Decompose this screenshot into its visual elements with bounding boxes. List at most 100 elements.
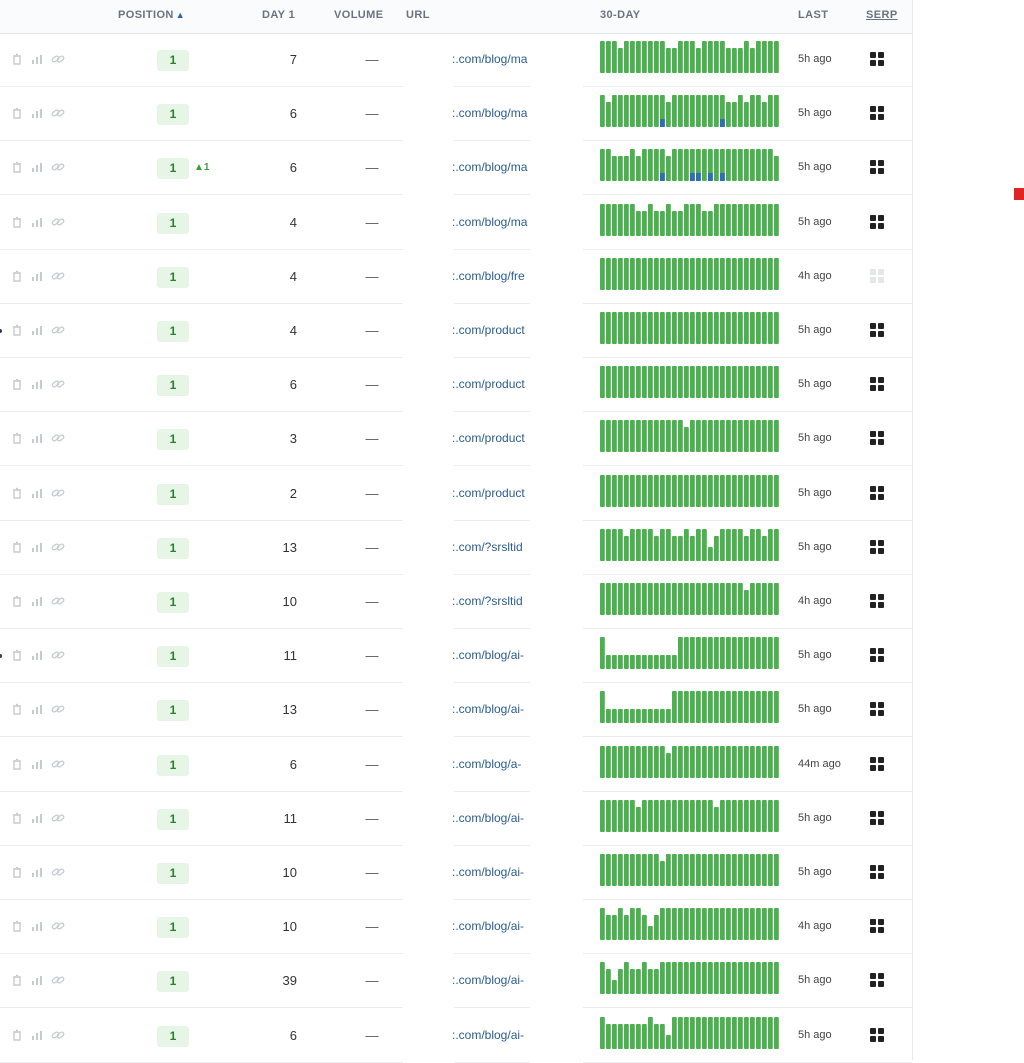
trash-icon[interactable] bbox=[11, 270, 23, 282]
bar-chart-icon[interactable] bbox=[31, 541, 43, 553]
bar-chart-icon[interactable] bbox=[31, 758, 43, 770]
link-icon[interactable] bbox=[51, 378, 65, 390]
serp-grid-icon[interactable] bbox=[870, 919, 884, 934]
serp-grid-icon[interactable] bbox=[870, 268, 884, 283]
bar-chart-icon[interactable] bbox=[31, 812, 43, 824]
trash-icon[interactable] bbox=[11, 1029, 23, 1041]
column-header-day1[interactable]: DAY 1 bbox=[262, 9, 295, 21]
link-icon[interactable] bbox=[51, 487, 65, 499]
ranking-url-link[interactable]: :.com/product bbox=[452, 377, 530, 391]
trash-icon[interactable] bbox=[11, 324, 23, 336]
serp-grid-icon[interactable] bbox=[870, 52, 884, 66]
trash-icon[interactable] bbox=[11, 53, 23, 65]
serp-grid-icon[interactable] bbox=[870, 594, 884, 608]
ranking-url-link[interactable]: :.com/blog/ma bbox=[452, 52, 530, 66]
trash-icon[interactable] bbox=[11, 541, 23, 553]
trash-icon[interactable] bbox=[11, 432, 23, 445]
trash-icon[interactable] bbox=[11, 866, 23, 878]
bar-chart-icon[interactable] bbox=[31, 487, 43, 499]
ranking-url-link[interactable]: :.com/blog/ma bbox=[452, 106, 530, 120]
bar-chart-icon[interactable] bbox=[31, 920, 43, 932]
serp-grid-icon[interactable] bbox=[870, 539, 884, 554]
bar-chart-icon[interactable] bbox=[31, 1029, 43, 1041]
ranking-url-link[interactable]: :.com/blog/fre bbox=[452, 269, 530, 283]
ranking-url-link[interactable]: :.com/blog/ma bbox=[452, 160, 530, 174]
bar-chart-icon[interactable] bbox=[31, 974, 43, 986]
bar-chart-icon[interactable] bbox=[31, 161, 43, 173]
trash-icon[interactable] bbox=[11, 216, 23, 228]
link-icon[interactable] bbox=[51, 432, 65, 444]
column-header-serp[interactable]: SERP bbox=[866, 9, 898, 21]
link-icon[interactable] bbox=[51, 974, 65, 986]
serp-grid-icon[interactable] bbox=[870, 431, 884, 446]
bar-chart-icon[interactable] bbox=[31, 216, 43, 228]
link-icon[interactable] bbox=[51, 1029, 65, 1041]
trash-icon[interactable] bbox=[11, 649, 23, 661]
link-icon[interactable] bbox=[51, 541, 65, 553]
column-header-volume[interactable]: VOLUME bbox=[334, 9, 383, 21]
bar-chart-icon[interactable] bbox=[31, 866, 43, 878]
serp-grid-icon[interactable] bbox=[870, 214, 884, 229]
trash-icon[interactable] bbox=[11, 758, 23, 770]
trash-icon[interactable] bbox=[11, 812, 23, 824]
ranking-url-link[interactable]: :.com/?srsltid bbox=[452, 594, 530, 608]
serp-grid-icon[interactable] bbox=[870, 648, 884, 663]
ranking-url-link[interactable]: :.com/blog/ai- bbox=[452, 865, 530, 879]
link-icon[interactable] bbox=[51, 107, 65, 119]
link-icon[interactable] bbox=[51, 161, 65, 173]
bar-chart-icon[interactable] bbox=[31, 324, 43, 336]
link-icon[interactable] bbox=[51, 53, 65, 65]
bar-chart-icon[interactable] bbox=[31, 432, 43, 444]
serp-grid-icon[interactable] bbox=[870, 106, 884, 121]
ranking-url-link[interactable]: :.com/blog/ai- bbox=[452, 919, 530, 933]
ranking-url-link[interactable]: :.com/blog/ai- bbox=[452, 811, 530, 825]
link-icon[interactable] bbox=[51, 812, 65, 824]
bar-chart-icon[interactable] bbox=[31, 595, 43, 607]
link-icon[interactable] bbox=[51, 324, 65, 336]
ranking-url-link[interactable]: :.com/blog/ai- bbox=[452, 648, 530, 662]
link-icon[interactable] bbox=[51, 595, 65, 607]
ranking-url-link[interactable]: :.com/product bbox=[452, 486, 530, 500]
ranking-url-link[interactable]: :.com/blog/ai- bbox=[452, 973, 530, 987]
trash-icon[interactable] bbox=[11, 920, 23, 932]
serp-grid-icon[interactable] bbox=[870, 323, 884, 337]
trash-icon[interactable] bbox=[11, 378, 23, 390]
serp-grid-icon[interactable] bbox=[870, 377, 884, 392]
serp-grid-icon[interactable] bbox=[870, 756, 884, 771]
trash-icon[interactable] bbox=[11, 161, 23, 174]
link-icon[interactable] bbox=[51, 920, 65, 932]
bar-chart-icon[interactable] bbox=[31, 107, 43, 119]
bar-chart-icon[interactable] bbox=[31, 649, 43, 661]
ranking-url-link[interactable]: :.com/blog/ma bbox=[452, 215, 530, 229]
ranking-url-link[interactable]: :.com/product bbox=[452, 431, 530, 445]
serp-grid-icon[interactable] bbox=[870, 160, 884, 175]
link-icon[interactable] bbox=[51, 703, 65, 715]
serp-grid-icon[interactable] bbox=[870, 1027, 884, 1042]
ranking-url-link[interactable]: :.com/product bbox=[452, 323, 530, 337]
column-header-last[interactable]: LAST bbox=[798, 9, 828, 21]
link-icon[interactable] bbox=[51, 866, 65, 878]
trash-icon[interactable] bbox=[11, 974, 23, 987]
ranking-url-link[interactable]: :.com/blog/a- bbox=[452, 757, 530, 771]
serp-grid-icon[interactable] bbox=[870, 973, 884, 988]
bar-chart-icon[interactable] bbox=[31, 270, 43, 282]
trash-icon[interactable] bbox=[11, 703, 23, 716]
column-header-url[interactable]: URL bbox=[406, 9, 430, 21]
ranking-url-link[interactable]: :.com/blog/ai- bbox=[452, 1028, 530, 1042]
trash-icon[interactable] bbox=[11, 595, 23, 607]
link-icon[interactable] bbox=[51, 649, 65, 661]
bar-chart-icon[interactable] bbox=[31, 53, 43, 65]
serp-grid-icon[interactable] bbox=[870, 702, 884, 717]
bar-chart-icon[interactable] bbox=[31, 703, 43, 715]
ranking-url-link[interactable]: :.com/blog/ai- bbox=[452, 702, 530, 716]
trash-icon[interactable] bbox=[11, 487, 23, 499]
column-header-position[interactable]: POSITION ▲ bbox=[118, 9, 185, 21]
link-icon[interactable] bbox=[51, 758, 65, 770]
serp-grid-icon[interactable] bbox=[870, 810, 884, 825]
serp-grid-icon[interactable] bbox=[870, 865, 884, 879]
link-icon[interactable] bbox=[51, 270, 65, 282]
ranking-url-link[interactable]: :.com/?srsltid bbox=[452, 540, 530, 554]
trash-icon[interactable] bbox=[11, 107, 23, 119]
link-icon[interactable] bbox=[51, 216, 65, 228]
serp-grid-icon[interactable] bbox=[870, 485, 884, 500]
